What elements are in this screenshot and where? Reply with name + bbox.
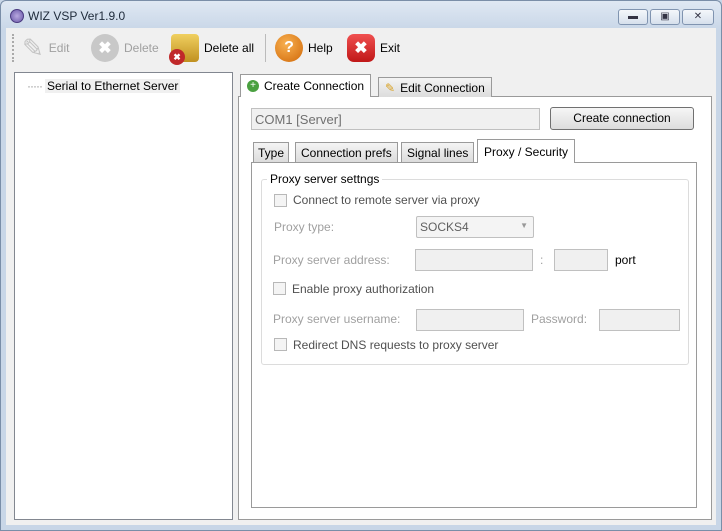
create-connection-button[interactable]: Create connection [550, 107, 694, 130]
help-icon: ? [275, 34, 303, 62]
pencil-icon: ✎ [22, 32, 44, 63]
connection-tree[interactable]: ····· Serial to Ethernet Server [14, 72, 233, 520]
toolbar-separator [265, 34, 266, 62]
proxy-type-label: Proxy type: [274, 220, 335, 234]
port-field[interactable]: COM1 [Server] [251, 108, 540, 130]
delete-all-icon: ✖ [169, 34, 199, 65]
proxy-port-input[interactable] [554, 249, 608, 271]
address-label: Proxy server address: [273, 253, 390, 267]
proxy-type-select[interactable]: SOCKS4 ▼ [416, 216, 534, 238]
tab-signal-lines[interactable]: Signal lines [401, 142, 475, 162]
enable-auth-label: Enable proxy authorization [292, 282, 435, 296]
redirect-dns-checkbox[interactable] [274, 338, 287, 351]
proxy-address-input[interactable] [415, 249, 533, 271]
minimize-button[interactable]: ▬ [618, 9, 648, 25]
close-button[interactable]: ✕ [682, 9, 714, 25]
edit-button[interactable]: ✎ Edit [22, 32, 69, 64]
exit-button[interactable]: ✖ Exit [347, 32, 400, 64]
maximize-button[interactable]: ▣ [650, 9, 680, 25]
tree-item[interactable]: ····· Serial to Ethernet Server [27, 79, 181, 93]
help-button[interactable]: ? Help [275, 32, 333, 64]
tab-create-connection[interactable]: + Create Connection [240, 74, 372, 97]
password-input[interactable] [599, 309, 680, 331]
add-icon: + [247, 80, 259, 92]
username-input[interactable] [416, 309, 524, 331]
password-label: Password: [531, 312, 588, 326]
enable-auth-checkbox[interactable] [273, 282, 286, 295]
colon-separator: : [540, 253, 544, 267]
window-title: WIZ VSP Ver1.9.0 [28, 9, 126, 23]
delete-all-button[interactable]: ✖ Delete all [169, 32, 254, 65]
tab-connection-prefs[interactable]: Connection prefs [295, 142, 398, 162]
connect-via-proxy-label: Connect to remote server via proxy [293, 193, 480, 207]
tab-type[interactable]: Type [253, 142, 290, 162]
redirect-dns-label: Redirect DNS requests to proxy server [293, 338, 499, 352]
tab-edit-connection[interactable]: ✎ Edit Connection [378, 77, 492, 97]
tab-proxy-security[interactable]: Proxy / Security [477, 139, 576, 163]
username-label: Proxy server username: [273, 312, 401, 326]
delete-button[interactable]: ✖ Delete [91, 32, 159, 64]
chevron-down-icon: ▼ [520, 221, 528, 230]
connect-via-proxy-checkbox[interactable] [274, 194, 287, 207]
delete-icon: ✖ [91, 34, 119, 62]
app-icon [10, 9, 24, 23]
toolbar-grip [12, 34, 14, 62]
pencil-icon: ✎ [385, 80, 396, 95]
exit-icon: ✖ [347, 34, 375, 62]
port-label: port [615, 253, 636, 267]
group-title: Proxy server settngs [267, 172, 383, 186]
